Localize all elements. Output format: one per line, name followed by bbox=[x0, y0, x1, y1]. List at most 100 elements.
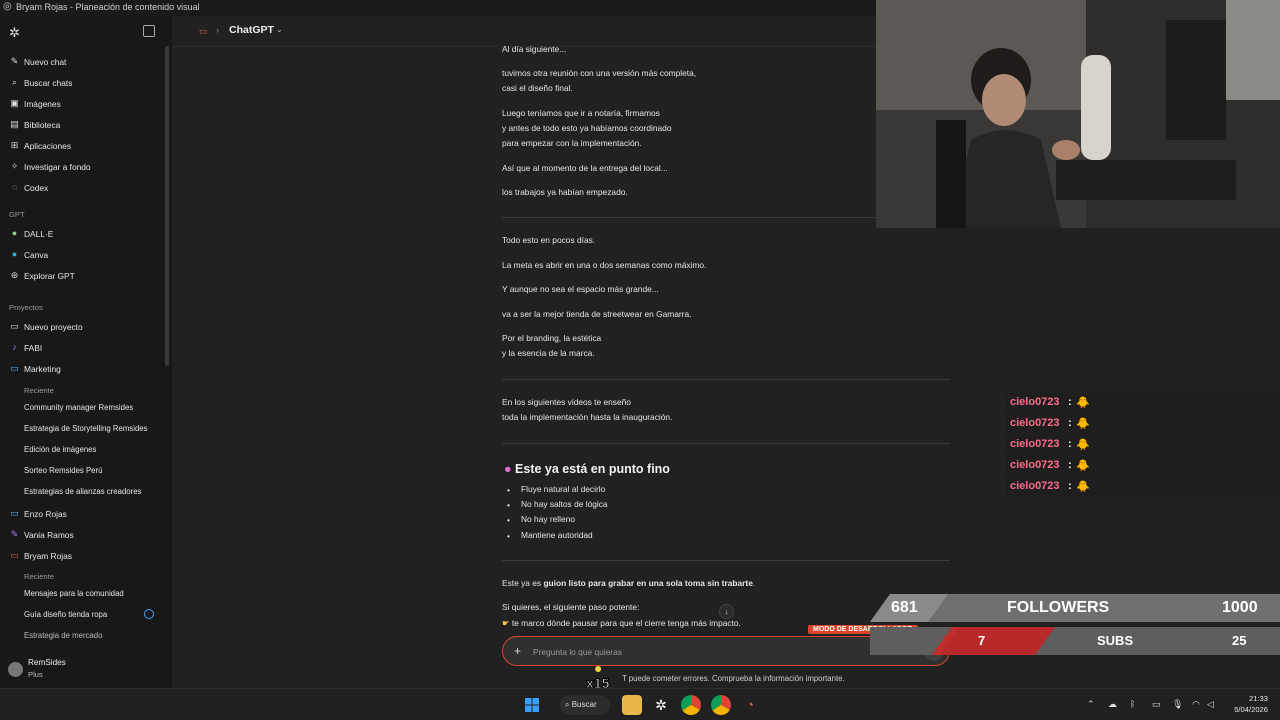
sidebar-item-new-project[interactable]: ▭ Nuevo proyecto bbox=[0, 317, 168, 337]
recent-chat-item[interactable]: Guía diseño tienda ropa bbox=[24, 610, 107, 619]
file-explorer-icon[interactable] bbox=[622, 695, 642, 715]
loading-circle-icon bbox=[144, 609, 154, 619]
stream-chat-message: cielo0723 : 🐥 bbox=[1006, 456, 1280, 476]
chevron-down-icon[interactable]: ⌄ bbox=[276, 25, 283, 34]
app-icon[interactable]: ◔ bbox=[740, 695, 760, 715]
followers-goal-value: 1000 bbox=[1222, 599, 1258, 616]
taskbar: ⌕ Buscar ✲ ◔ ⌃ ☁ ᛒ ▭ 🎙 ◠ ◁ 21:33 5/04/20… bbox=[0, 688, 1280, 720]
bullet-item: No hay relleno bbox=[521, 514, 576, 524]
folder-icon: ▭ bbox=[10, 363, 19, 373]
sidebar-item-apps[interactable]: ⊞ Aplicaciones bbox=[0, 136, 168, 156]
bullet-item: Mantiene autoridad bbox=[521, 530, 593, 540]
recent-chat-item[interactable]: Estrategia de Storytelling Remsides bbox=[24, 424, 148, 433]
bullet-dot: • bbox=[507, 531, 510, 541]
stream-chat-message: cielo0723 : 🐥 bbox=[1006, 393, 1280, 413]
search-icon: ⌕ bbox=[565, 700, 570, 709]
chick-emote-icon: 🐥 bbox=[1076, 397, 1090, 409]
scroll-down-icon[interactable]: ↓ bbox=[719, 604, 734, 619]
sidebar-item-research[interactable]: ✧ Investigar a fondo bbox=[0, 157, 168, 177]
sidebar-scrollbar[interactable] bbox=[165, 46, 169, 366]
cloud-icon[interactable]: ☁ bbox=[1108, 699, 1117, 710]
recent-chat-item[interactable]: Community manager Remsides bbox=[24, 403, 133, 412]
chrome-profile-icon[interactable] bbox=[711, 695, 731, 715]
folder-plus-icon: ▭ bbox=[10, 321, 19, 331]
sidebar-item-canva[interactable]: ● Canva bbox=[0, 245, 168, 265]
stream-chat-message: cielo0723 : 🐥 bbox=[1006, 414, 1280, 434]
prompt-input[interactable] bbox=[533, 646, 833, 658]
battery-icon[interactable]: ▭ bbox=[1152, 699, 1161, 710]
subs-goal-value: 25 bbox=[1232, 633, 1247, 648]
music-icon: ♪ bbox=[12, 342, 17, 352]
message-line: La meta es abrir en una o dos semanas co… bbox=[502, 260, 707, 270]
divider bbox=[502, 217, 876, 218]
message-line: Luego teníamos que ir a notaría, firmamo… bbox=[502, 108, 660, 118]
wifi-icon[interactable]: ◠ bbox=[1192, 699, 1200, 710]
edit-icon: ✎ bbox=[10, 56, 19, 66]
message-line: casi el diseño final. bbox=[502, 83, 573, 93]
message-line: Todo esto en pocos días. bbox=[502, 235, 596, 245]
bullet-dot: • bbox=[507, 500, 510, 510]
library-icon: ▤ bbox=[10, 119, 19, 129]
recent-chat-item[interactable]: Mensajes para la comunidad bbox=[24, 589, 124, 598]
sidebar-item-fabi[interactable]: ♪ FABI bbox=[0, 338, 168, 358]
sidebar-item-dalle[interactable]: ● DALL·E bbox=[0, 224, 168, 244]
sidebar-item-library[interactable]: ▤ Biblioteca bbox=[0, 115, 168, 135]
stream-goals: 681 FOLLOWERS 1000 7 SUBS 25 bbox=[870, 594, 1280, 658]
sidebar-item-enzo-rojas[interactable]: ▭ Enzo Rojas bbox=[0, 504, 168, 524]
folder-icon: ▭ bbox=[10, 508, 19, 518]
stream-chat-message: cielo0723 : 🐥 bbox=[1006, 435, 1280, 455]
emote-sticker: ● x15 bbox=[585, 660, 610, 692]
avatar bbox=[8, 662, 23, 677]
message-line: Así que al momento de la entrega del loc… bbox=[502, 163, 668, 173]
sidebar-item-search-chats[interactable]: ⌕ Buscar chats bbox=[0, 73, 168, 93]
openai-logo-icon[interactable]: ✲ bbox=[9, 25, 20, 41]
clock[interactable]: 21:33 5/04/2026 bbox=[1228, 693, 1268, 715]
next-step-item: ☛ te marco dónde pausar para que el cier… bbox=[502, 618, 741, 628]
bullet-item: Fluye natural al decirlo bbox=[521, 484, 606, 494]
bullet-dot: • bbox=[507, 485, 510, 495]
chick-emote-icon: 🐥 bbox=[1076, 418, 1090, 430]
sidebar-item-images[interactable]: ▣ Imágenes bbox=[0, 94, 168, 114]
message-line: y la esencia de la marca. bbox=[502, 348, 595, 358]
message-line: para empezar con la implementación. bbox=[502, 138, 642, 148]
apps-icon: ⊞ bbox=[10, 140, 19, 150]
chick-emote-icon: ● bbox=[594, 660, 603, 676]
sidebar-item-vania-ramos[interactable]: ✎ Vania Ramos bbox=[0, 525, 168, 545]
mic-icon[interactable]: 🎙 bbox=[1172, 699, 1183, 710]
section-heading: ● Este ya está en punto fino bbox=[504, 462, 670, 476]
model-selector[interactable]: ChatGPT bbox=[229, 24, 274, 36]
closing-line: Este ya es guion listo para grabar en un… bbox=[502, 578, 756, 588]
chrome-icon[interactable] bbox=[681, 695, 701, 715]
recent-chat-item[interactable]: Sorteo Remsides Perú bbox=[24, 466, 102, 475]
taskbar-search[interactable]: ⌕ Buscar bbox=[560, 695, 610, 715]
image-icon: ▣ bbox=[10, 98, 19, 108]
search-icon: ⌕ bbox=[11, 77, 18, 87]
divider bbox=[502, 560, 950, 561]
sidebar-toggle-icon[interactable] bbox=[143, 25, 155, 37]
sidebar-item-explore-gpt[interactable]: ⊛ Explorar GPT bbox=[0, 266, 168, 286]
message-line: va a ser la mejor tienda de streetwear e… bbox=[502, 309, 692, 319]
bullet-item: No hay saltos de lógica bbox=[521, 499, 608, 509]
chick-emote-icon: 🐥 bbox=[1076, 439, 1090, 451]
chevron-up-icon[interactable]: ⌃ bbox=[1087, 699, 1095, 710]
bluetooth-icon[interactable]: ᛒ bbox=[1130, 699, 1135, 709]
chick-emote-icon: 🐥 bbox=[1076, 460, 1090, 472]
bryam-recent-heading: Reciente bbox=[24, 572, 54, 581]
chatgpt-icon[interactable]: ✲ bbox=[651, 695, 671, 715]
folder-icon: ▭ bbox=[10, 550, 19, 560]
recent-chat-item[interactable]: Estrategia de mercado bbox=[24, 631, 102, 640]
disclaimer: T puede cometer errores. Comprueba la in… bbox=[622, 674, 845, 683]
recent-chat-item[interactable]: Estrategias de alianzas creadores bbox=[24, 487, 141, 496]
sidebar-item-new-chat[interactable]: ✎ Nuevo chat bbox=[0, 52, 168, 72]
sidebar-item-marketing[interactable]: ▭ Marketing bbox=[0, 359, 168, 379]
folder-icon[interactable]: ▭ bbox=[199, 26, 208, 37]
recent-chat-item[interactable]: Edición de imágenes bbox=[24, 445, 96, 454]
volume-icon[interactable]: ◁ bbox=[1207, 699, 1214, 710]
user-name: RemSides bbox=[28, 658, 66, 667]
plus-icon[interactable]: + bbox=[514, 644, 521, 658]
subs-goal: 7 SUBS 25 bbox=[870, 626, 1280, 654]
chick-emote-icon: 🐥 bbox=[1076, 481, 1090, 493]
sidebar-item-codex[interactable]: ◌ Codex bbox=[0, 178, 168, 198]
windows-start-icon[interactable] bbox=[522, 695, 542, 715]
sidebar-item-bryam-rojas[interactable]: ▭ Bryam Rojas bbox=[0, 546, 168, 566]
